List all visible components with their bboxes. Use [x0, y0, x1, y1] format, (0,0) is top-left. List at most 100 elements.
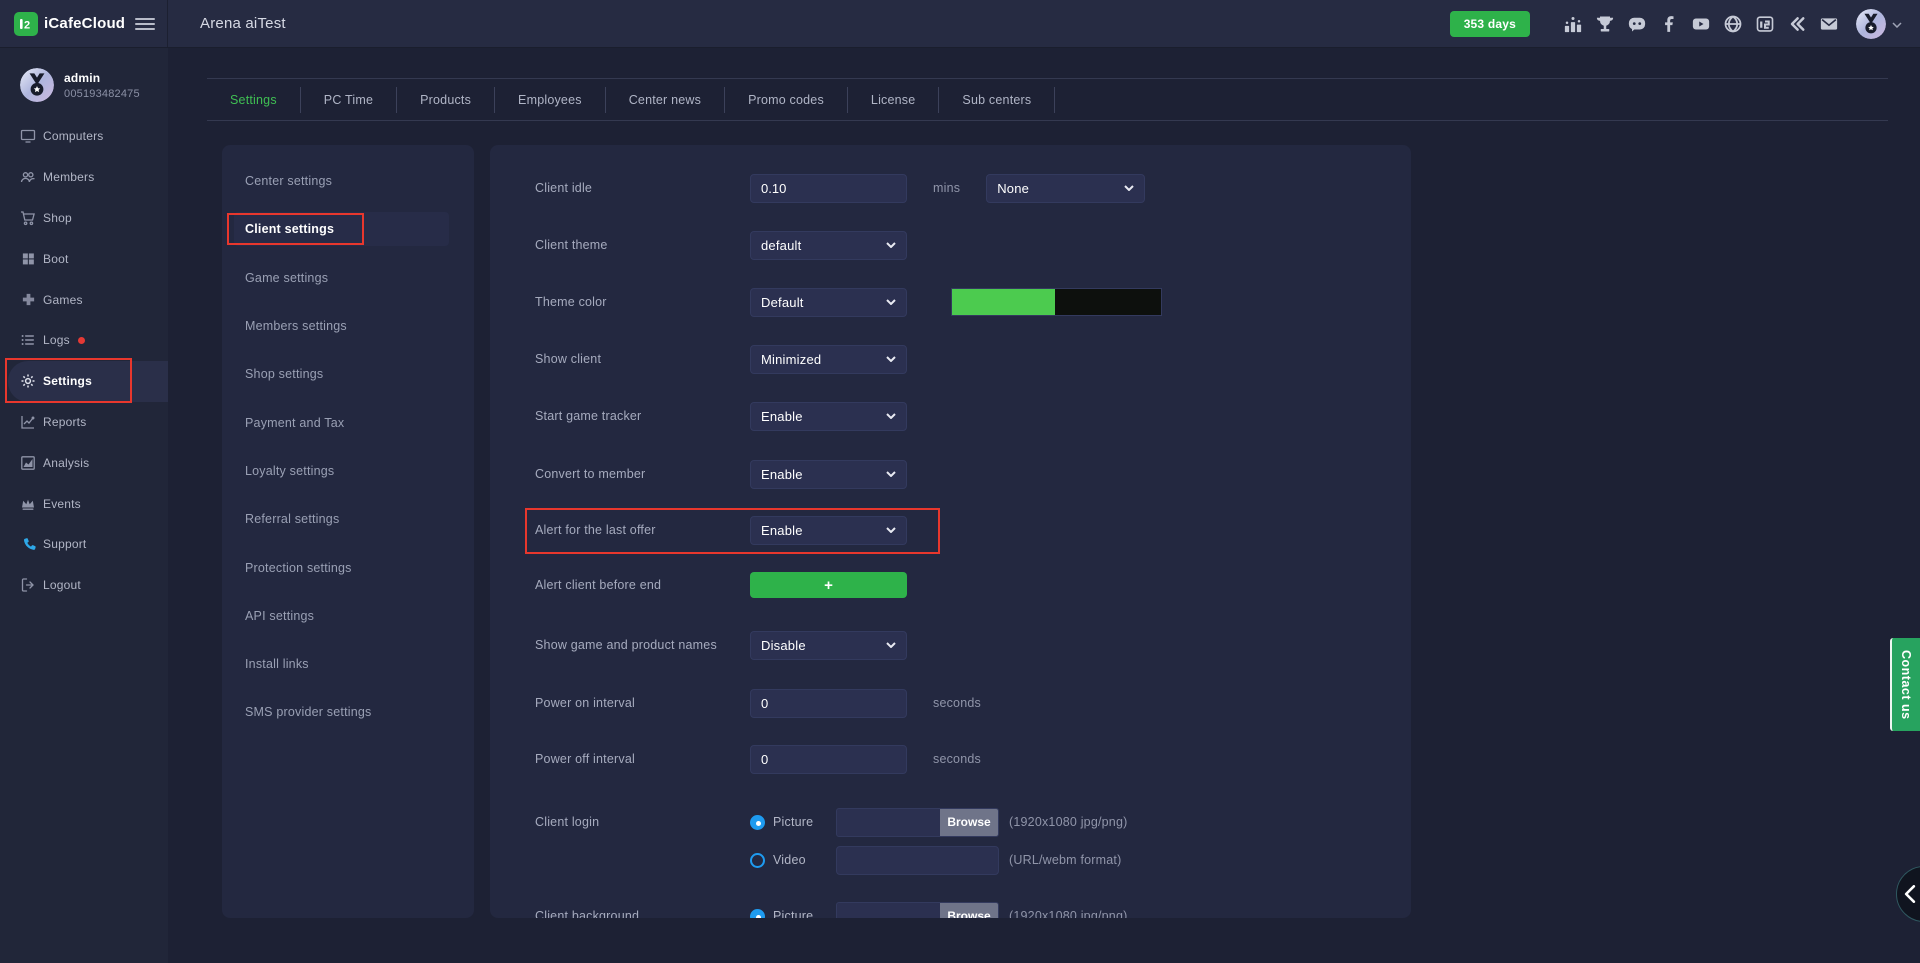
theme-color-preview[interactable] — [951, 288, 1162, 316]
submenu-game-settings[interactable]: Game settings — [222, 254, 474, 302]
field-label: Start game tracker — [535, 409, 750, 423]
sidebar-item-label: Settings — [43, 374, 92, 388]
start-game-tracker-select[interactable]: Enable — [750, 402, 907, 431]
discord-icon[interactable] — [1626, 13, 1648, 35]
submenu-install-links[interactable]: Install links — [222, 640, 474, 688]
windows-icon — [20, 251, 36, 267]
submenu-shop-settings[interactable]: Shop settings — [222, 350, 474, 398]
submenu-loyalty-settings[interactable]: Loyalty settings — [222, 447, 474, 495]
browse-button[interactable]: Browse — [940, 809, 998, 836]
youtube-icon[interactable] — [1690, 13, 1712, 35]
sidebar-item-computers[interactable]: Computers — [0, 116, 168, 157]
icafepad-icon[interactable] — [1786, 13, 1808, 35]
submenu-center-settings[interactable]: Center settings — [222, 157, 474, 205]
row-power-off-interval: Power off interval seconds — [490, 744, 1411, 774]
submenu-protection-settings[interactable]: Protection settings — [222, 543, 474, 591]
icafecloud-logo-icon[interactable]: 2 — [14, 12, 38, 36]
tab-license[interactable]: License — [848, 93, 939, 107]
cart-icon — [20, 210, 36, 226]
user-id: 005193482475 — [64, 88, 140, 100]
sidebar-item-label: Boot — [43, 252, 69, 266]
row-convert-to-member: Convert to member Enable — [490, 459, 1411, 489]
theme-color-green-swatch — [952, 289, 1055, 315]
logout-icon — [20, 577, 36, 593]
user-meta: admin 005193482475 — [64, 71, 140, 100]
contact-us-tab[interactable]: Contact us — [1890, 638, 1920, 731]
line-chart-icon — [20, 414, 36, 430]
facebook-icon[interactable] — [1658, 13, 1680, 35]
sidebar-item-settings[interactable]: Settings — [8, 361, 168, 402]
client-background-file-input[interactable]: Browse — [836, 902, 999, 919]
add-alert-button[interactable]: + — [750, 572, 907, 598]
sidebar-item-logout[interactable]: Logout — [0, 565, 168, 606]
field-label: Convert to member — [535, 467, 750, 481]
client-idle-action-select[interactable]: None — [986, 174, 1145, 203]
tab-promo-codes[interactable]: Promo codes — [725, 93, 847, 107]
show-client-select[interactable]: Minimized — [750, 345, 907, 374]
browse-button[interactable]: Browse — [940, 903, 998, 919]
submenu-members-settings[interactable]: Members settings — [222, 302, 474, 350]
submenu-referral-settings[interactable]: Referral settings — [222, 495, 474, 543]
power-off-interval-input[interactable] — [750, 745, 907, 774]
license-days-badge[interactable]: 353 days — [1450, 11, 1530, 37]
sidebar-user-block[interactable]: admin 005193482475 — [0, 48, 168, 112]
sidebar-item-analysis[interactable]: Analysis — [0, 442, 168, 483]
sidebar-item-members[interactable]: Members — [0, 157, 168, 198]
tab-pc-time[interactable]: PC Time — [301, 93, 396, 107]
monitor-icon — [20, 128, 36, 144]
collapse-edge-button[interactable] — [1896, 866, 1920, 922]
mail-icon[interactable] — [1818, 13, 1840, 35]
tab-center-news[interactable]: Center news — [606, 93, 724, 107]
video-radio[interactable] — [750, 853, 765, 868]
select-value: Enable — [761, 409, 803, 424]
client-idle-input[interactable] — [750, 174, 907, 203]
settings-tab-bar: Settings PC Time Products Employees Cent… — [207, 78, 1888, 121]
theme-color-select[interactable]: Default — [750, 288, 907, 317]
sidebar-item-reports[interactable]: Reports — [0, 402, 168, 443]
show-names-select[interactable]: Disable — [750, 631, 907, 660]
row-alert-last-offer: Alert for the last offer Enable — [490, 515, 1411, 545]
sidebar-item-shop[interactable]: Shop — [0, 198, 168, 239]
row-client-background-picture: Client background Picture Browse (1920x1… — [490, 901, 1411, 918]
row-show-names: Show game and product names Disable — [490, 630, 1411, 660]
field-label: Power on interval — [535, 696, 750, 710]
sidebar-item-label: Shop — [43, 211, 72, 225]
user-avatar-menu[interactable] — [1856, 9, 1902, 39]
settings-submenu: Center settings Client settings Game set… — [222, 145, 474, 918]
client-login-video-url-input[interactable] — [836, 846, 999, 875]
select-value: default — [761, 238, 801, 253]
globe-icon[interactable] — [1722, 13, 1744, 35]
sidebar-item-support[interactable]: Support — [0, 524, 168, 565]
hamburger-menu-icon[interactable] — [135, 15, 155, 33]
client-theme-select[interactable]: default — [750, 231, 907, 260]
client-login-picture-file-input[interactable]: Browse — [836, 808, 999, 837]
ranking-icon[interactable] — [1562, 13, 1584, 35]
power-on-interval-input[interactable] — [750, 689, 907, 718]
submenu-api-settings[interactable]: API settings — [222, 592, 474, 640]
submenu-payment-and-tax[interactable]: Payment and Tax — [222, 398, 474, 446]
tab-settings[interactable]: Settings — [207, 93, 300, 107]
select-value: Default — [761, 295, 804, 310]
sidebar-item-games[interactable]: Games — [0, 279, 168, 320]
picture-radio[interactable] — [750, 815, 765, 830]
submenu-sms-provider-settings[interactable]: SMS provider settings — [222, 688, 474, 736]
icafecloud-icon[interactable] — [1754, 13, 1776, 35]
trophy-icon[interactable] — [1594, 13, 1616, 35]
tab-products[interactable]: Products — [397, 93, 494, 107]
submenu-client-settings[interactable]: Client settings — [222, 205, 474, 253]
sidebar-item-events[interactable]: Events — [0, 483, 168, 524]
chevron-down-icon — [886, 413, 896, 419]
sidebar-item-label: Logs — [43, 333, 70, 347]
sidebar-item-boot[interactable]: Boot — [0, 238, 168, 279]
alert-last-offer-select[interactable]: Enable — [750, 516, 907, 545]
unit-label: seconds — [933, 696, 981, 710]
tab-employees[interactable]: Employees — [495, 93, 605, 107]
field-label: Alert for the last offer — [535, 523, 750, 537]
select-value: Disable — [761, 638, 806, 653]
sidebar-item-logs[interactable]: Logs — [0, 320, 168, 361]
picture-radio[interactable] — [750, 909, 765, 919]
convert-to-member-select[interactable]: Enable — [750, 460, 907, 489]
sidebar-item-label: Computers — [43, 129, 104, 143]
tab-sub-centers[interactable]: Sub centers — [939, 93, 1054, 107]
chevron-down-icon — [886, 356, 896, 362]
